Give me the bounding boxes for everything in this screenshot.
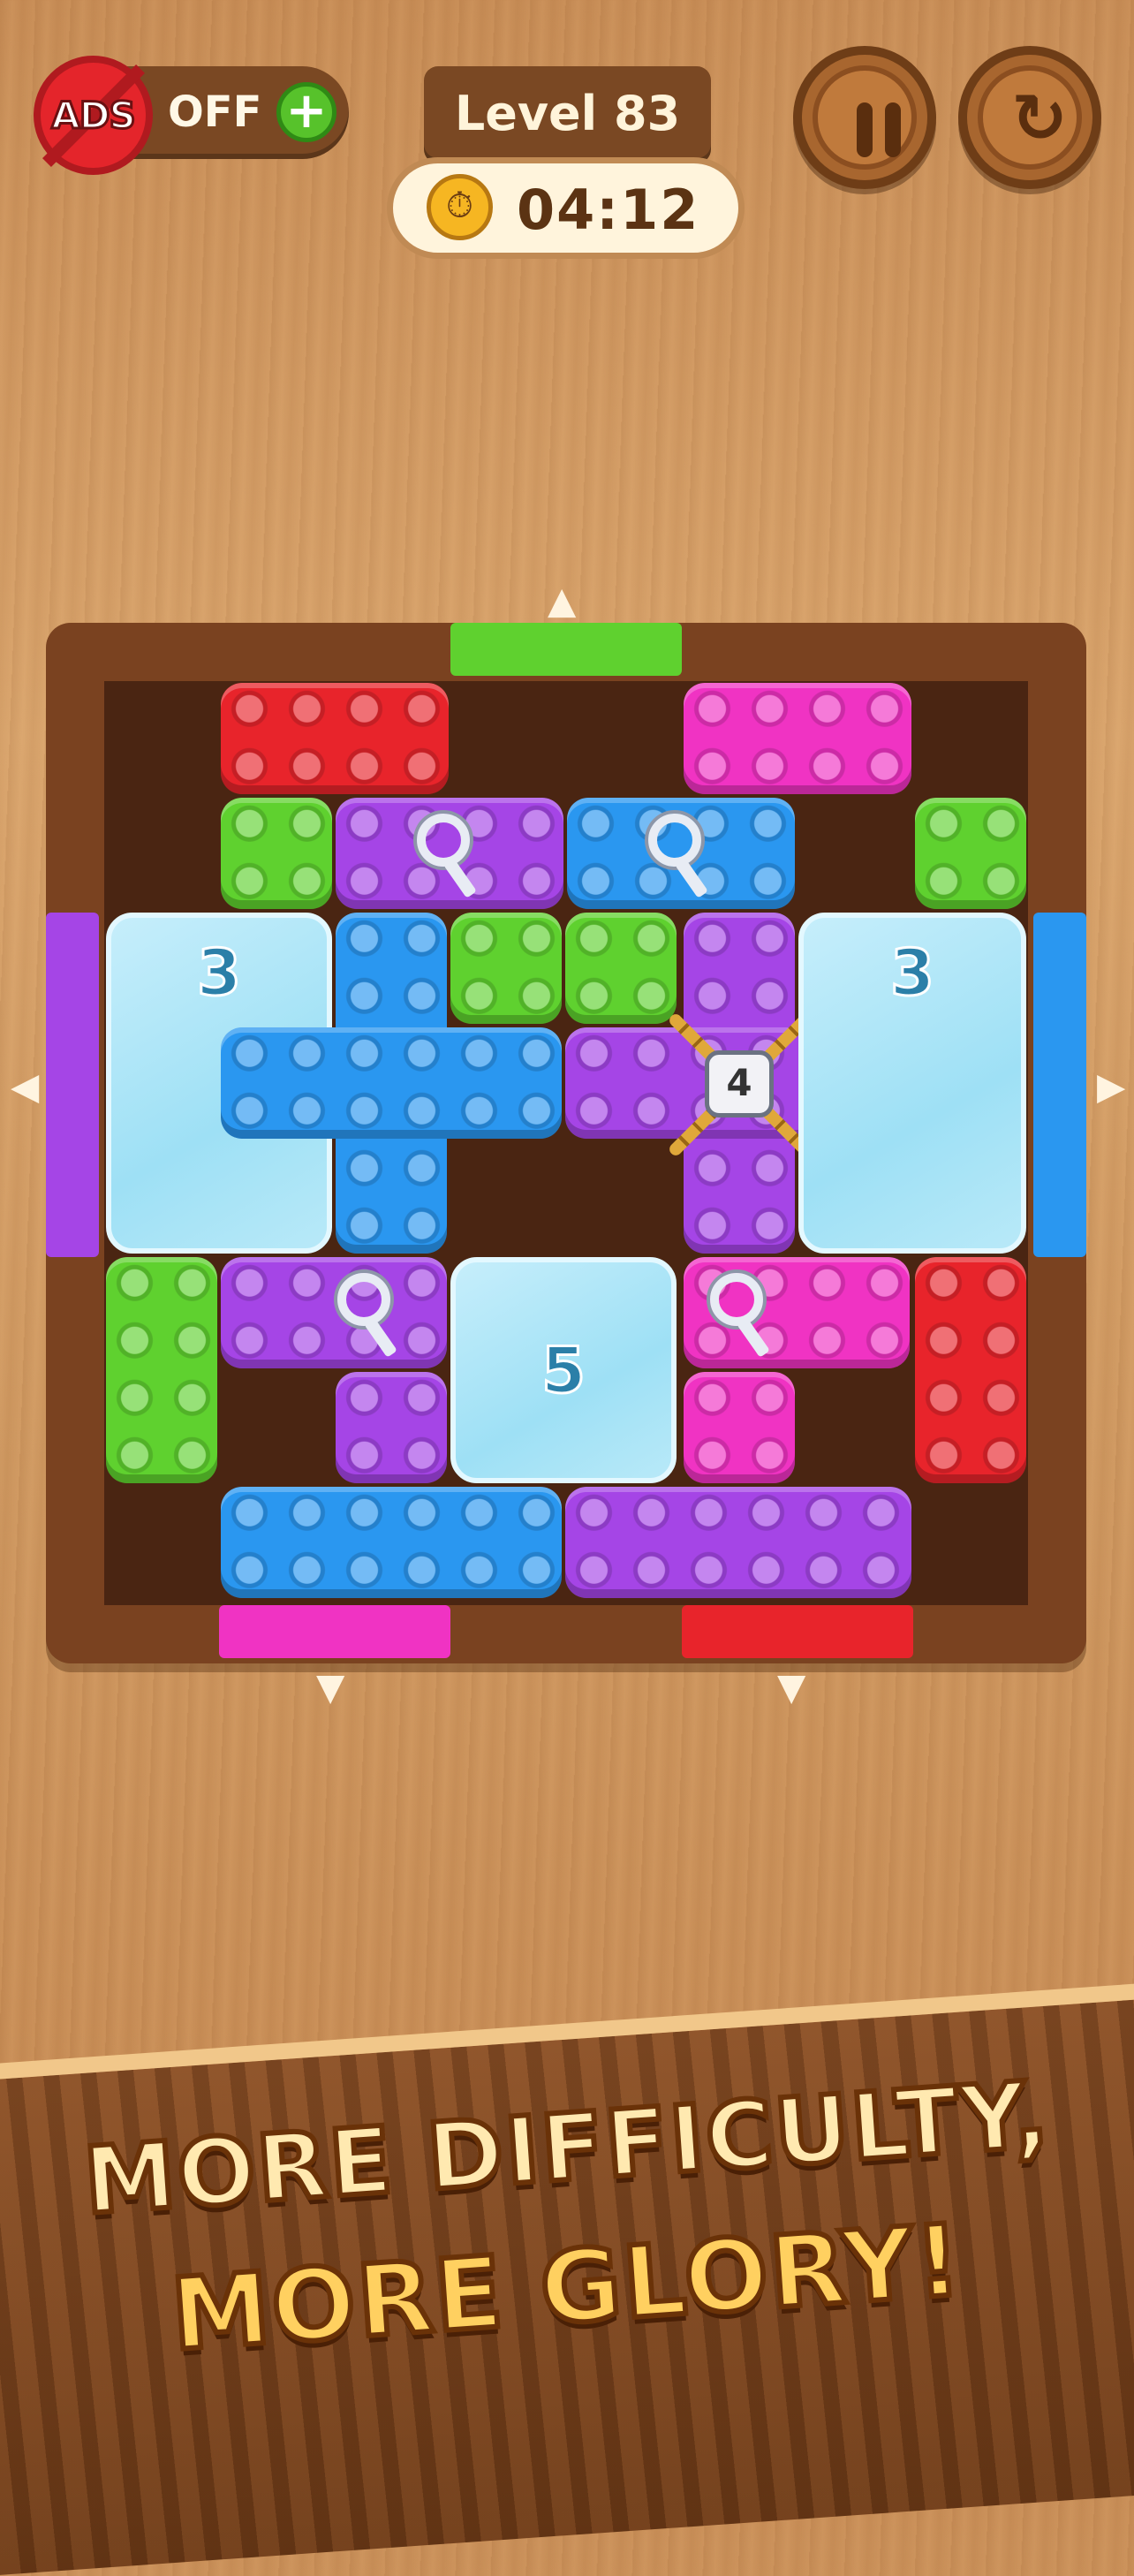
level-plate: Level 83 (424, 66, 711, 163)
key-icon (710, 1273, 763, 1326)
blue-block-long[interactable] (221, 1487, 562, 1598)
hud: ADS OFF + Level 83 ⏱ 04:12 ↻ (0, 0, 1134, 292)
pause-icon (857, 102, 901, 157)
stopwatch-icon: ⏱ (427, 174, 493, 240)
green-block[interactable] (915, 798, 1026, 909)
arrow-down-icon: ▼ (777, 1665, 806, 1708)
purple-key-block[interactable] (221, 1257, 447, 1368)
green-block-tall[interactable] (106, 1257, 217, 1483)
green-block[interactable] (450, 913, 562, 1024)
red-block[interactable] (221, 683, 449, 794)
purple-block-long[interactable] (565, 1487, 911, 1598)
plus-icon[interactable]: + (276, 82, 336, 142)
ice-counter: 3 (888, 935, 935, 1011)
ads-status-label: OFF (168, 87, 262, 137)
remove-ads-button[interactable]: ADS OFF + (34, 56, 349, 175)
level-label: Level 83 (454, 86, 681, 141)
timer-value: 04:12 (517, 178, 700, 242)
green-block[interactable] (565, 913, 677, 1024)
blue-plus-block-arm[interactable] (221, 1027, 562, 1139)
board-grid: 3 4 3 5 (104, 681, 1028, 1605)
arrow-left-icon: ◀ (11, 1064, 40, 1108)
blue-key-block[interactable] (567, 798, 795, 909)
pink-key-block[interactable] (684, 1257, 910, 1368)
key-icon (337, 1273, 390, 1326)
lock-icon: 4 (705, 1050, 774, 1118)
restart-button[interactable]: ↻ (958, 46, 1101, 189)
purple-key-block-leg[interactable] (336, 1372, 447, 1483)
green-block[interactable] (221, 798, 332, 909)
ice-counter: 3 (195, 935, 242, 1011)
ice-counter: 5 (540, 1332, 586, 1409)
key-icon (648, 814, 701, 867)
timer: ⏱ 04:12 (387, 157, 745, 259)
red-block-tall[interactable] (915, 1257, 1026, 1483)
purple-key-block[interactable] (336, 798, 563, 909)
no-ads-icon: ADS (34, 56, 153, 175)
key-icon (417, 814, 470, 867)
pause-button[interactable] (793, 46, 936, 189)
ice-block-right[interactable]: 3 (798, 913, 1026, 1254)
exit-gate-red (682, 1605, 913, 1658)
pink-key-block-leg[interactable] (684, 1372, 795, 1483)
game-board: 3 4 3 5 (46, 623, 1086, 1663)
arrow-up-icon: ▲ (548, 579, 577, 622)
ice-block-center[interactable]: 5 (450, 1257, 677, 1483)
restart-icon: ↻ (1011, 79, 1068, 157)
arrow-right-icon: ▶ (1097, 1064, 1126, 1108)
arrow-down-icon: ▼ (316, 1665, 345, 1708)
exit-gate-purple (46, 913, 99, 1257)
exit-gate-pink (219, 1605, 450, 1658)
ads-badge-label: ADS (50, 93, 138, 139)
exit-gate-blue (1033, 913, 1086, 1257)
pink-block[interactable] (684, 683, 911, 794)
exit-gate-green (450, 623, 682, 676)
